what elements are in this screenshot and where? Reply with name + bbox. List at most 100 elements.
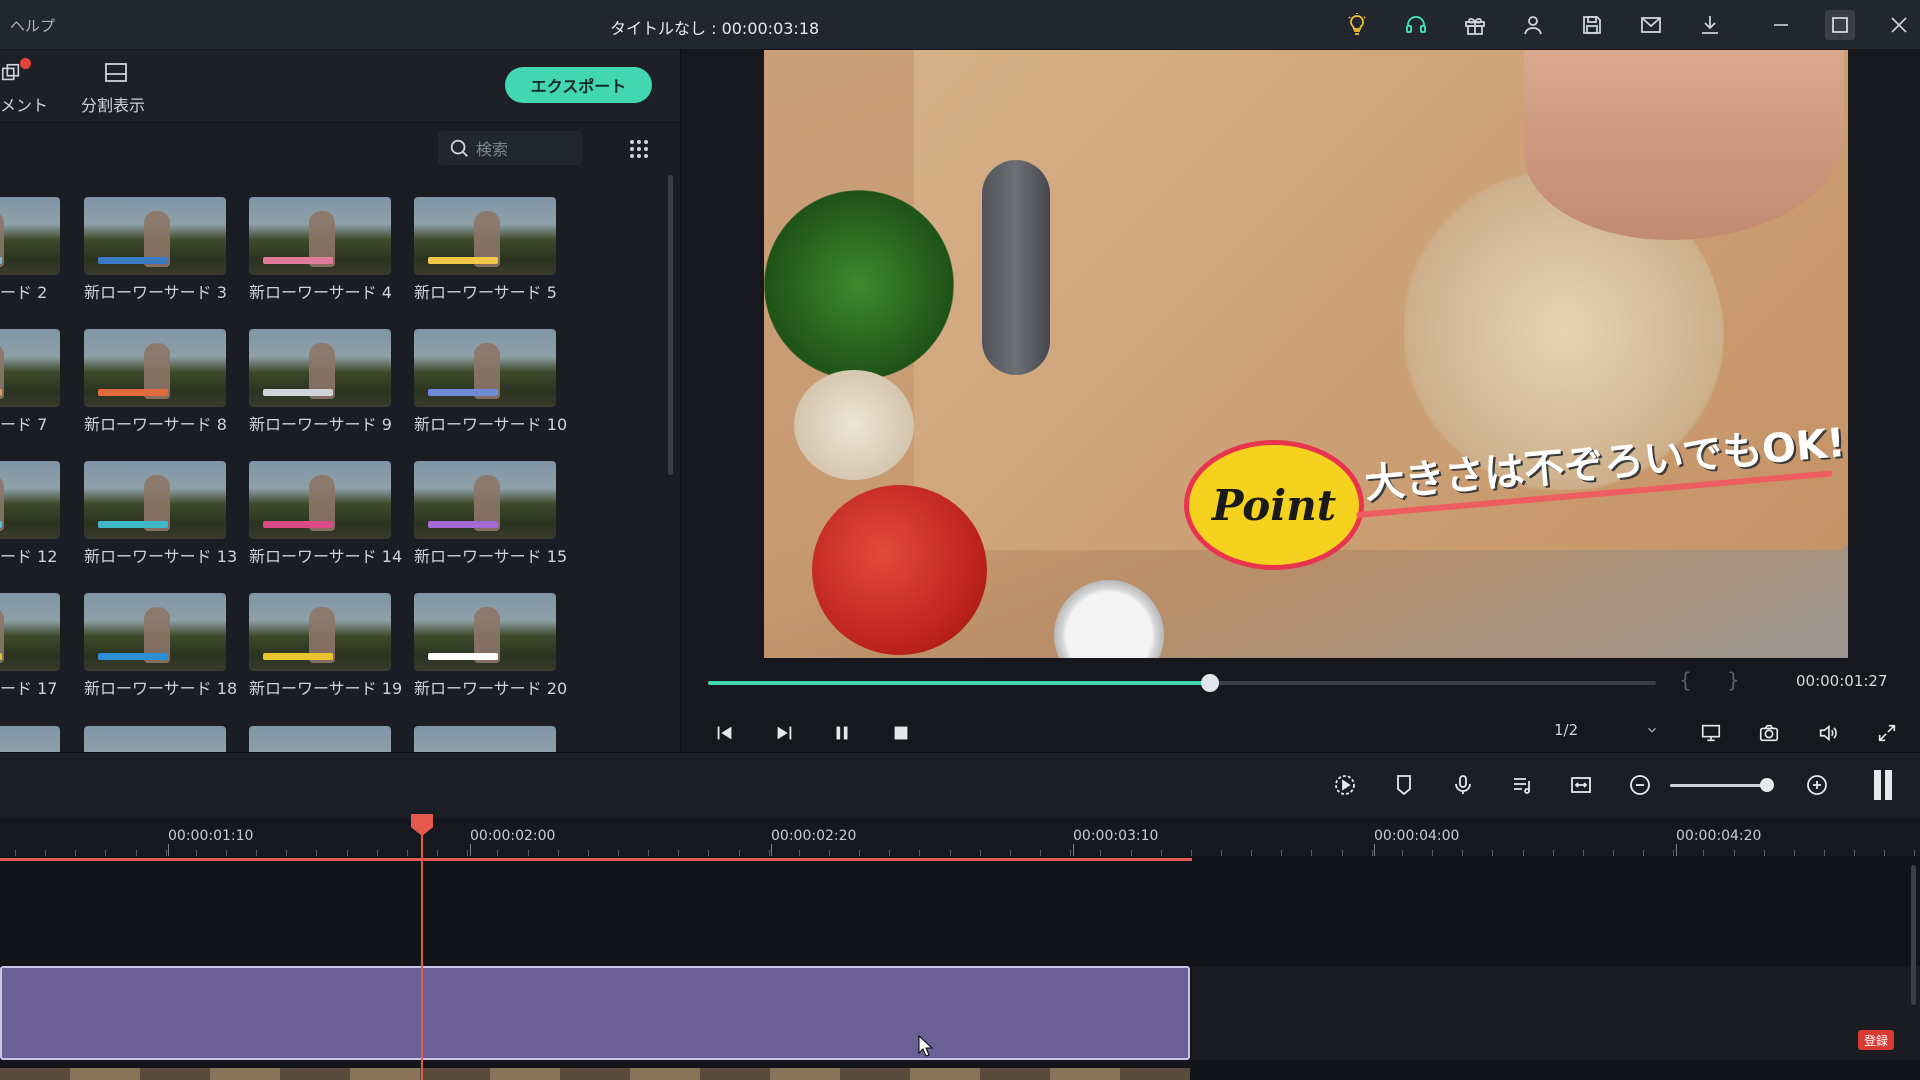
zoom-in-button[interactable]: [1800, 768, 1834, 802]
fit-icon: [1571, 777, 1591, 793]
volume-button[interactable]: [1811, 716, 1845, 750]
zoom-out-icon: [1630, 775, 1650, 795]
preset-thumbnail[interactable]: [414, 593, 556, 671]
parsley: [764, 190, 954, 380]
ruler-major-tick: [1676, 844, 1677, 856]
ruler-tick: [1583, 850, 1584, 856]
time-ruler[interactable]: 00:00:01:10 00:00:02:00 00:00:02:20 00:00:0…: [0, 818, 1920, 856]
mark-out-icon[interactable]: }: [1727, 668, 1740, 692]
thumbnail-title-bar: [428, 389, 498, 396]
page-value: 1/2: [1554, 721, 1579, 739]
account-icon[interactable]: [1518, 10, 1548, 40]
snapshot-button[interactable]: [1752, 716, 1786, 750]
preset-thumbnail[interactable]: [84, 726, 226, 752]
ruler-label: 00:00:02:20: [771, 828, 857, 844]
preset-thumbnail[interactable]: [249, 329, 391, 407]
title-clip[interactable]: [0, 966, 1190, 1060]
preset-thumbnail[interactable]: [84, 461, 226, 539]
ruler-tick: [1281, 850, 1282, 856]
ruler-tick: [648, 850, 649, 856]
ruler-tick: [437, 850, 438, 856]
marker-icon: [1397, 775, 1411, 796]
media-panel: メント 分割表示 エクスポート 検索 ード 2 新ローワーサード 3 新ローワーサー…: [0, 50, 681, 752]
menu-help[interactable]: ヘルプ: [10, 15, 55, 36]
preset-thumbnail[interactable]: [0, 726, 60, 752]
display-button[interactable]: [1694, 716, 1728, 750]
zoom-knob[interactable]: [1760, 778, 1774, 792]
zoom-out-button[interactable]: [1623, 768, 1657, 802]
preset-thumbnail[interactable]: [0, 329, 60, 407]
preset-label: 新ローワーサード 10: [414, 415, 568, 434]
pause-button[interactable]: [825, 716, 859, 750]
preset-thumbnail[interactable]: [414, 461, 556, 539]
ruler-tick: [407, 850, 408, 856]
fullscreen-button[interactable]: [1870, 716, 1904, 750]
ruler-tick: [1613, 850, 1614, 856]
ruler-tick: [166, 850, 167, 856]
mark-in-icon[interactable]: {: [1679, 668, 1692, 692]
render-button[interactable]: [1328, 768, 1362, 802]
video-preview: Point 大きさは不ぞろいでもOK!: [764, 50, 1848, 658]
preset-label: 新ローワーサード 5: [414, 283, 557, 302]
save-icon[interactable]: [1577, 10, 1607, 40]
ruler-label: 00:00:03:10: [1073, 828, 1159, 844]
gift-icon[interactable]: [1460, 10, 1490, 40]
playback-progress[interactable]: [708, 674, 1656, 692]
mouse-cursor-icon: [918, 1034, 934, 1061]
preset-thumbnail[interactable]: [84, 329, 226, 407]
maximize-icon[interactable]: [1825, 10, 1855, 40]
preset-thumbnail[interactable]: [414, 726, 556, 752]
timeline-lock-icon[interactable]: [1872, 768, 1894, 802]
prev-frame-button[interactable]: [708, 716, 742, 750]
marker-button[interactable]: [1387, 768, 1421, 802]
preset-label: 新ローワーサード 18: [84, 679, 238, 698]
voiceover-button[interactable]: [1446, 768, 1480, 802]
preset-thumbnail[interactable]: [0, 593, 60, 671]
timeline-scrollbar[interactable]: [1911, 865, 1916, 1005]
preset-thumbnail[interactable]: [0, 197, 60, 275]
panel-scrollbar[interactable]: [668, 175, 673, 475]
thumbnail-title-bar: [428, 257, 498, 264]
ruler-tick: [45, 850, 46, 856]
ruler-major-tick: [168, 844, 169, 856]
expand-icon: [1878, 724, 1896, 742]
ruler-tick: [15, 850, 16, 856]
next-frame-button[interactable]: [767, 716, 801, 750]
headset-icon[interactable]: [1401, 10, 1431, 40]
chevron-down-icon: [1648, 727, 1656, 733]
fit-timeline-button[interactable]: [1564, 768, 1598, 802]
preset-thumbnail[interactable]: [249, 197, 391, 275]
video-clip-strip[interactable]: [0, 1068, 1190, 1080]
pause-icon: [836, 726, 848, 740]
ruler-tick: [1372, 850, 1373, 856]
mail-icon[interactable]: [1636, 10, 1666, 40]
page-select[interactable]: 1/2: [1544, 714, 1669, 746]
bulb-icon[interactable]: [1342, 10, 1372, 40]
work-range-line: [0, 858, 1192, 861]
preset-thumbnail[interactable]: [84, 197, 226, 275]
download-icon[interactable]: [1695, 10, 1725, 40]
preset-thumbnail[interactable]: [249, 593, 391, 671]
preset-thumbnail[interactable]: [249, 461, 391, 539]
zoom-slider[interactable]: [1670, 784, 1770, 787]
ruler-tick: [739, 850, 740, 856]
preset-thumbnail[interactable]: [0, 461, 60, 539]
preset-thumbnail[interactable]: [249, 726, 391, 752]
preset-label: 新ローワーサード 19: [249, 679, 403, 698]
ruler-tick: [316, 850, 317, 856]
audio-mixer-button[interactable]: [1505, 768, 1539, 802]
preset-thumbnail[interactable]: [84, 593, 226, 671]
thumbnail-title-bar: [0, 389, 2, 396]
ruler-tick: [1643, 850, 1644, 856]
preset-label: 新ローワーサード 13: [84, 547, 238, 566]
ruler-tick: [1734, 850, 1735, 856]
preset-thumbnail[interactable]: [414, 329, 556, 407]
minimize-icon[interactable]: [1766, 10, 1796, 40]
close-icon[interactable]: [1884, 10, 1914, 40]
stop-button[interactable]: [884, 716, 918, 750]
preset-thumbnail[interactable]: [414, 197, 556, 275]
ruler-tick: [678, 850, 679, 856]
onion: [794, 370, 914, 480]
ruler-tick: [588, 850, 589, 856]
ruler-tick: [226, 850, 227, 856]
